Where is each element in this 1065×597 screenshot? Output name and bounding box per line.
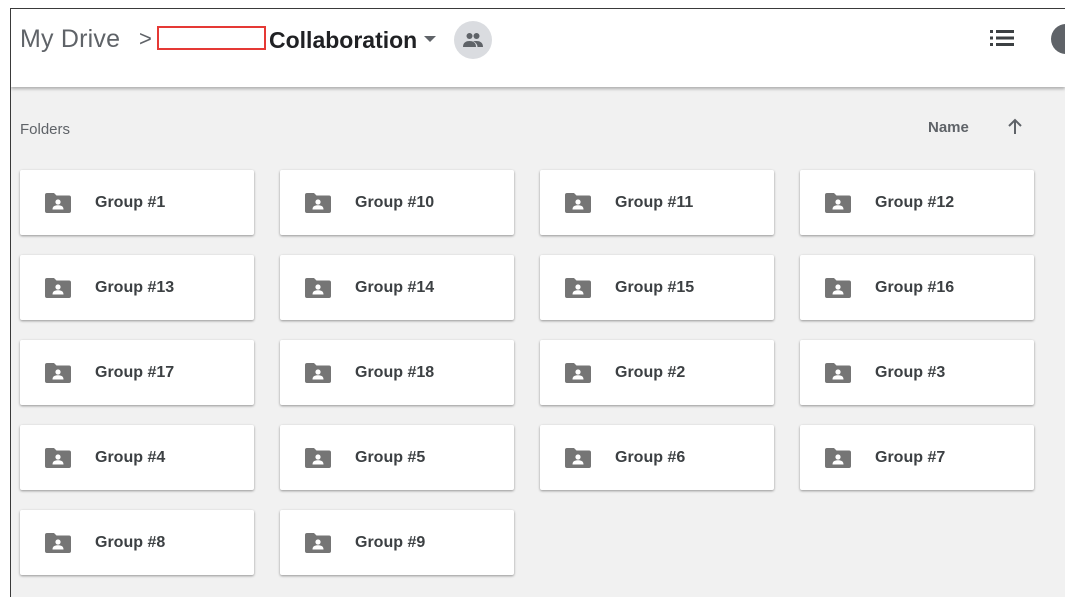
shared-folder-icon: [305, 192, 331, 213]
redacted-breadcrumb-highlight: [157, 26, 266, 50]
folder-name: Group #9: [355, 533, 426, 551]
folder-card[interactable]: Group #5: [280, 425, 514, 490]
folder-card[interactable]: Group #6: [540, 425, 774, 490]
folder-name: Group #14: [355, 278, 435, 296]
shared-folder-icon: [45, 192, 71, 213]
folder-name: Group #2: [615, 363, 686, 381]
folder-card[interactable]: Group #18: [280, 340, 514, 405]
breadcrumb-my-drive[interactable]: My Drive: [20, 25, 120, 54]
folder-card[interactable]: Group #3: [800, 340, 1034, 405]
folder-name: Group #3: [875, 363, 946, 381]
shared-folder-icon: [45, 277, 71, 298]
folder-card[interactable]: Group #4: [20, 425, 254, 490]
shared-folder-icon: [825, 447, 851, 468]
sort-by-name-button[interactable]: Name: [928, 119, 969, 136]
shared-folder-icon: [565, 447, 591, 468]
folders-section-label: Folders: [20, 121, 71, 138]
folder-grid: Group #1 Group #10 Group #11 Group #12 Group…: [20, 170, 1034, 575]
shared-folder-icon: [825, 362, 851, 383]
folder-name: Group #7: [875, 448, 946, 466]
shared-people-button[interactable]: [454, 21, 492, 59]
folder-card[interactable]: Group #15: [540, 255, 774, 320]
folder-name: Group #16: [875, 278, 955, 296]
shared-folder-icon: [45, 447, 71, 468]
list-view-button[interactable]: [986, 25, 1018, 51]
shared-folder-icon: [565, 362, 591, 383]
shared-folder-icon: [825, 192, 851, 213]
shared-folder-icon: [565, 277, 591, 298]
folder-card[interactable]: Group #16: [800, 255, 1034, 320]
list-view-icon: [990, 30, 1014, 46]
folder-card[interactable]: Group #17: [20, 340, 254, 405]
folder-name: Group #5: [355, 448, 426, 466]
folder-card[interactable]: Group #14: [280, 255, 514, 320]
folder-card[interactable]: Group #12: [800, 170, 1034, 235]
folder-card[interactable]: Group #7: [800, 425, 1034, 490]
breadcrumb-current-folder[interactable]: Collaboration: [269, 27, 417, 54]
folder-name: Group #15: [615, 278, 695, 296]
folder-card[interactable]: Group #10: [280, 170, 514, 235]
folder-name: Group #10: [355, 193, 435, 211]
shared-folder-icon: [305, 362, 331, 383]
shared-folder-icon: [45, 532, 71, 553]
shared-folder-icon: [825, 277, 851, 298]
folder-card[interactable]: Group #11: [540, 170, 774, 235]
drive-window: My Drive > Collaboration Folders Name Gr…: [10, 8, 1065, 597]
folder-name: Group #17: [95, 363, 175, 381]
shared-folder-icon: [565, 192, 591, 213]
caret-down-icon[interactable]: [424, 36, 436, 42]
shared-folder-icon: [305, 532, 331, 553]
folder-card[interactable]: Group #1: [20, 170, 254, 235]
folder-card[interactable]: Group #13: [20, 255, 254, 320]
folder-name: Group #11: [615, 193, 694, 211]
folder-card[interactable]: Group #2: [540, 340, 774, 405]
folder-name: Group #12: [875, 193, 955, 211]
details-button-partial[interactable]: [1051, 24, 1065, 54]
folder-name: Group #4: [95, 448, 166, 466]
folder-name: Group #13: [95, 278, 175, 296]
shared-folder-icon: [45, 362, 71, 383]
people-icon: [463, 33, 483, 47]
breadcrumb-separator: >: [139, 26, 152, 51]
folder-name: Group #8: [95, 533, 166, 551]
folder-name: Group #6: [615, 448, 686, 466]
folder-name: Group #1: [95, 193, 166, 211]
shared-folder-icon: [305, 447, 331, 468]
arrow-up-icon[interactable]: [1005, 117, 1025, 137]
folder-card[interactable]: Group #9: [280, 510, 514, 575]
folder-card[interactable]: Group #8: [20, 510, 254, 575]
top-bar: My Drive > Collaboration: [11, 9, 1065, 87]
shared-folder-icon: [305, 277, 331, 298]
folder-name: Group #18: [355, 363, 435, 381]
